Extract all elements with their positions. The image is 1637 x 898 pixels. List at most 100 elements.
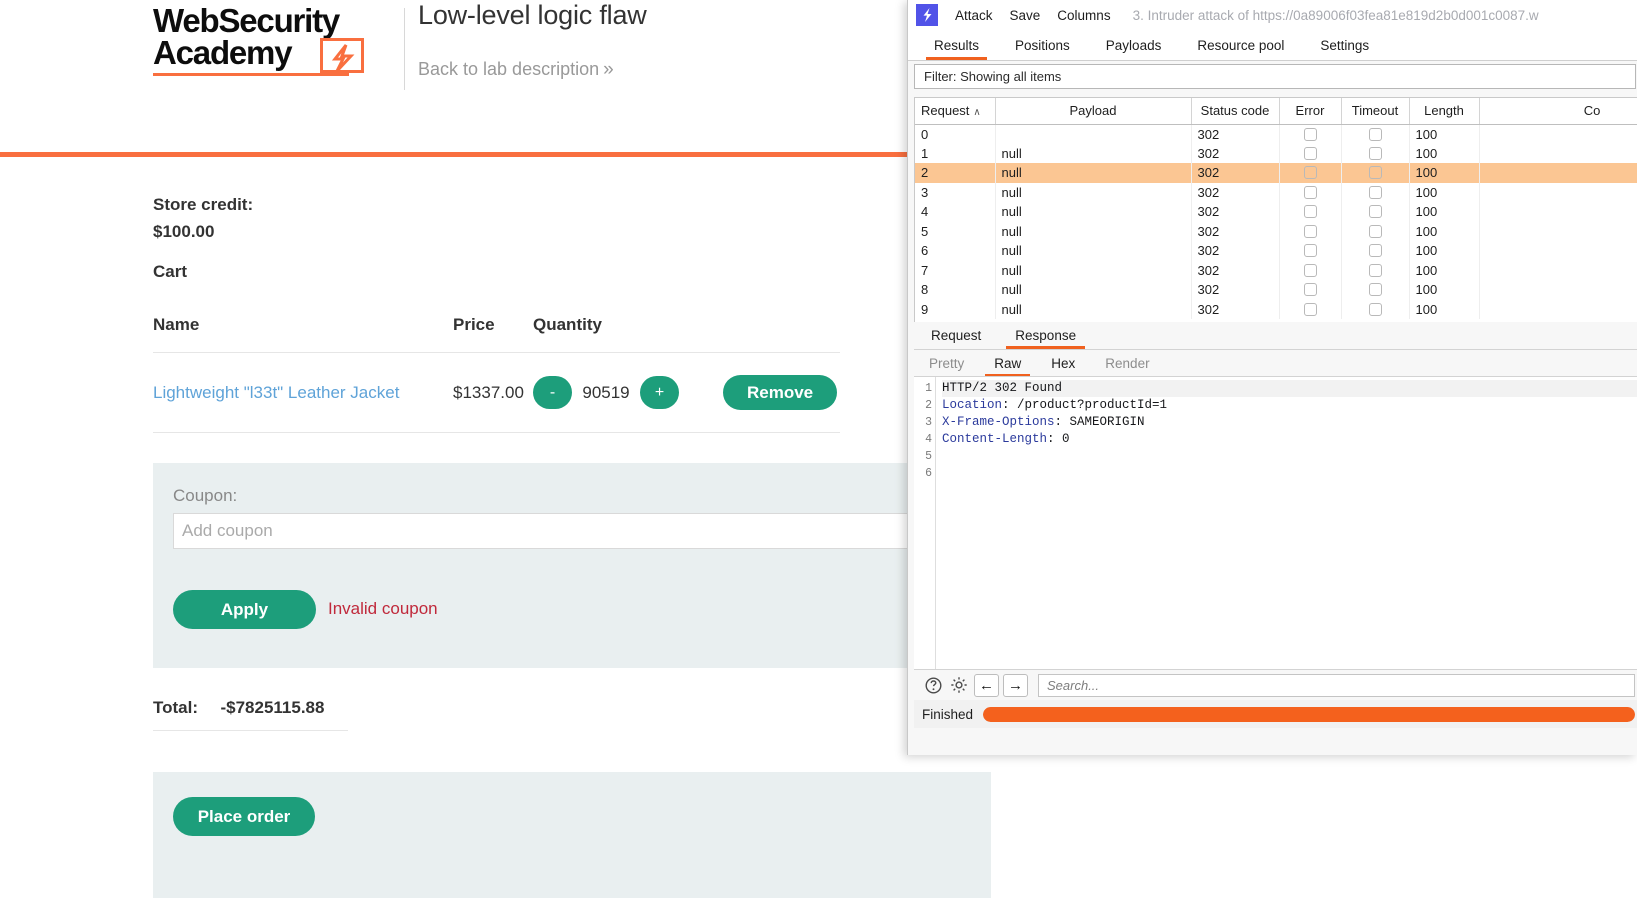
cell-status-code: 302	[1191, 260, 1280, 280]
store-credit-label: Store credit:	[153, 195, 254, 214]
timeout-checkbox[interactable]	[1368, 263, 1382, 277]
table-row[interactable]: 7 null 302 100	[915, 260, 1637, 280]
tab-pretty[interactable]: Pretty	[914, 356, 979, 376]
cell-timeout	[1341, 182, 1410, 202]
timeout-checkbox[interactable]	[1368, 283, 1382, 297]
tab-raw[interactable]: Raw	[979, 356, 1036, 376]
view-tab-bar: Pretty Raw Hex Render	[914, 350, 1637, 376]
cell-timeout	[1341, 241, 1410, 261]
tab-positions[interactable]: Positions	[997, 38, 1088, 60]
table-row[interactable]: 3 null 302 100	[915, 182, 1637, 202]
table-row[interactable]: 0 302 100	[915, 124, 1637, 144]
tab-request[interactable]: Request	[914, 328, 998, 349]
error-checkbox[interactable]	[1303, 244, 1317, 258]
error-checkbox[interactable]	[1303, 146, 1317, 160]
error-checkbox[interactable]	[1303, 263, 1317, 277]
tab-payloads[interactable]: Payloads	[1088, 38, 1180, 60]
question-mark-circle-icon[interactable]	[922, 674, 944, 696]
cell-timeout	[1341, 299, 1410, 319]
cell-request: 0	[915, 124, 996, 144]
timeout-checkbox[interactable]	[1368, 185, 1382, 199]
quantity-stepper: - 90519 +	[533, 376, 723, 409]
results-table-container[interactable]: Request ∧ Payload Status code Error Timeo…	[914, 97, 1637, 322]
search-input[interactable]	[1038, 673, 1635, 697]
coupon-input[interactable]	[173, 513, 971, 549]
cell-comment	[1479, 182, 1637, 202]
header-value: : /product?productId=1	[1002, 398, 1168, 412]
results-header-row: Request ∧ Payload Status code Error Timeo…	[915, 98, 1637, 125]
cell-request: 1	[915, 143, 996, 163]
table-row[interactable]: 2 null 302 100	[915, 163, 1637, 183]
cell-request: 9	[915, 299, 996, 319]
response-body[interactable]: HTTP/2 302 Found Location: /product?produ…	[936, 377, 1637, 669]
menu-attack[interactable]: Attack	[955, 8, 993, 23]
cell-error	[1279, 299, 1342, 319]
timeout-checkbox[interactable]	[1368, 302, 1382, 316]
cell-timeout	[1341, 202, 1410, 222]
product-link[interactable]: Lightweight "l33t" Leather Jacket	[153, 383, 399, 402]
tab-response[interactable]: Response	[998, 328, 1093, 349]
cell-error	[1279, 241, 1342, 261]
menu-columns[interactable]: Columns	[1057, 8, 1110, 23]
cell-payload: null	[995, 163, 1192, 183]
error-checkbox[interactable]	[1303, 127, 1317, 141]
arrow-left-icon[interactable]: ←	[974, 673, 999, 697]
column-header-payload[interactable]: Payload	[995, 98, 1192, 125]
tab-results[interactable]: Results	[916, 38, 997, 60]
column-header-comment[interactable]: Co	[1479, 98, 1637, 125]
place-order-button[interactable]: Place order	[173, 797, 315, 836]
attack-title: 3. Intruder attack of https://0a89006f03…	[1132, 7, 1539, 23]
tab-hex[interactable]: Hex	[1036, 356, 1090, 376]
cell-payload	[995, 124, 1192, 144]
cell-comment	[1479, 280, 1637, 300]
error-checkbox[interactable]	[1303, 302, 1317, 316]
timeout-checkbox[interactable]	[1368, 205, 1382, 219]
cell-comment	[1479, 124, 1637, 144]
menu-save[interactable]: Save	[1010, 8, 1041, 23]
error-checkbox[interactable]	[1303, 224, 1317, 238]
apply-coupon-button[interactable]: Apply	[173, 590, 316, 629]
column-header-request[interactable]: Request ∧	[915, 98, 996, 125]
timeout-checkbox[interactable]	[1368, 166, 1382, 180]
table-row[interactable]: 4 null 302 100	[915, 202, 1637, 222]
place-order-panel: Place order	[153, 772, 991, 898]
cell-request: 8	[915, 280, 996, 300]
tab-settings[interactable]: Settings	[1302, 38, 1387, 60]
cell-length: 100	[1409, 182, 1480, 202]
burp-intruder-window: Attack Save Columns 3. Intruder attack o…	[907, 0, 1637, 755]
gear-icon[interactable]	[948, 674, 970, 696]
timeout-checkbox[interactable]	[1368, 224, 1382, 238]
tab-resource-pool[interactable]: Resource pool	[1179, 38, 1302, 60]
decrement-quantity-button[interactable]: -	[533, 376, 572, 409]
timeout-checkbox[interactable]	[1368, 127, 1382, 141]
error-checkbox[interactable]	[1303, 166, 1317, 180]
message-tab-bar: Request Response	[914, 322, 1637, 350]
response-line: Location: /product?productId=1	[942, 397, 1637, 414]
column-header-timeout[interactable]: Timeout	[1341, 98, 1410, 125]
table-row[interactable]: 6 null 302 100	[915, 241, 1637, 261]
table-row[interactable]: 1 null 302 100	[915, 143, 1637, 163]
error-checkbox[interactable]	[1303, 185, 1317, 199]
table-row[interactable]: 5 null 302 100	[915, 221, 1637, 241]
back-to-lab-description-link[interactable]: Back to lab description»	[418, 59, 614, 81]
cell-timeout	[1341, 280, 1410, 300]
cell-error	[1279, 182, 1342, 202]
tab-render[interactable]: Render	[1090, 356, 1164, 376]
cell-payload: null	[995, 299, 1192, 319]
table-row[interactable]: 8 null 302 100	[915, 280, 1637, 300]
error-checkbox[interactable]	[1303, 283, 1317, 297]
filter-bar[interactable]: Filter: Showing all items	[914, 64, 1636, 89]
column-header-name: Name	[153, 315, 453, 353]
response-editor[interactable]: 1 2 3 4 5 6 HTTP/2 302 Found Location: /produc…	[914, 376, 1637, 669]
column-header-length[interactable]: Length	[1409, 98, 1480, 125]
timeout-checkbox[interactable]	[1368, 146, 1382, 160]
error-checkbox[interactable]	[1303, 205, 1317, 219]
timeout-checkbox[interactable]	[1368, 244, 1382, 258]
cell-status-code: 302	[1191, 280, 1280, 300]
column-header-error[interactable]: Error	[1279, 98, 1342, 125]
remove-item-button[interactable]: Remove	[723, 375, 838, 410]
arrow-right-icon[interactable]: →	[1003, 673, 1028, 697]
increment-quantity-button[interactable]: +	[640, 376, 679, 409]
column-header-status-code[interactable]: Status code	[1191, 98, 1280, 125]
table-row[interactable]: 9 null 302 100	[915, 299, 1637, 319]
